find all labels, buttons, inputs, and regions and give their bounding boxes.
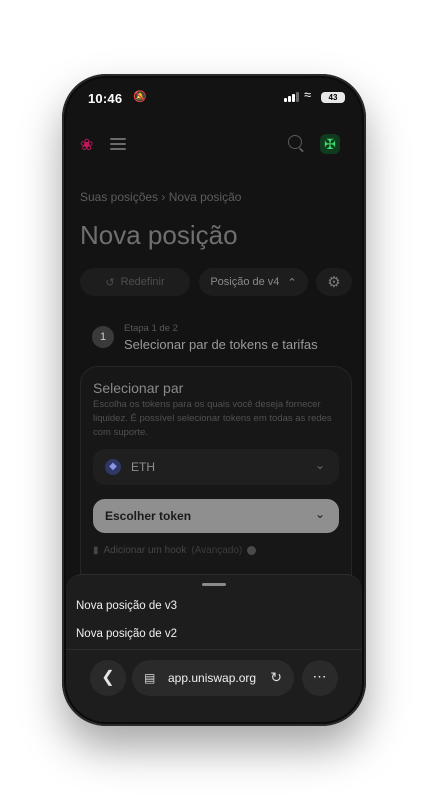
signal-icon bbox=[284, 91, 299, 102]
version-dropdown[interactable]: Posição de v4 ⌃ bbox=[199, 268, 308, 296]
info-icon[interactable] bbox=[247, 546, 257, 555]
select-pair-card: Selecionar par Escolha os tokens para os… bbox=[80, 366, 352, 598]
token1-selector[interactable]: ◆ ETH ⌄ bbox=[93, 449, 339, 485]
card-description: Escolha os tokens para os quais você des… bbox=[93, 399, 332, 438]
menu-icon[interactable] bbox=[110, 138, 126, 153]
status-bar: 10:46 🔕 ≈ 43 bbox=[66, 78, 362, 116]
address-bar[interactable]: ▤ app.uniswap.org ↻ bbox=[132, 660, 294, 696]
reset-icon: ↺ bbox=[105, 276, 115, 289]
breadcrumb-parent[interactable]: Suas posições bbox=[80, 190, 158, 204]
battery-icon: 43 bbox=[321, 92, 345, 103]
app-header: ❀ ✠ bbox=[66, 128, 362, 158]
wifi-icon: ≈ bbox=[304, 87, 312, 102]
phone-frame: 10:46 🔕 ≈ 43 ❀ ✠ Suas posições › Nova po… bbox=[62, 74, 366, 726]
screen: 10:46 🔕 ≈ 43 ❀ ✠ Suas posições › Nova po… bbox=[66, 78, 362, 722]
breadcrumb-current: Nova posição bbox=[168, 190, 242, 204]
gear-icon: ⚙ bbox=[327, 274, 341, 291]
chevron-up-icon: ⌃ bbox=[287, 276, 297, 289]
menu-item-v2[interactable]: Nova posição de v2 bbox=[76, 628, 177, 640]
status-time: 10:46 bbox=[88, 91, 123, 106]
uniswap-logo-icon[interactable]: ❀ bbox=[80, 135, 93, 155]
version-label: Posição de v4 bbox=[210, 276, 280, 288]
card-title: Selecionar par bbox=[93, 380, 184, 396]
hook-label: Adicionar um hook bbox=[103, 545, 187, 556]
bottom-sheet: Nova posição de v3 Nova posição de v2 ❮ … bbox=[66, 574, 362, 722]
step-label: Etapa 1 de 2 bbox=[124, 323, 178, 334]
add-hook-link[interactable]: ▮ Adicionar um hook (Avançado) bbox=[93, 545, 257, 556]
step-title: Selecionar par de tokens e tarifas bbox=[124, 337, 318, 352]
reload-icon[interactable]: ↻ bbox=[270, 669, 282, 686]
eth-icon: ◆ bbox=[105, 459, 121, 475]
back-button[interactable]: ❮ bbox=[90, 660, 126, 696]
page-title: Nova posição bbox=[80, 220, 238, 250]
choose-token-label: Escolher token bbox=[105, 509, 192, 523]
page-settings-icon[interactable]: ▤ bbox=[144, 671, 155, 685]
url-text: app.uniswap.org bbox=[168, 671, 257, 685]
reset-button[interactable]: ↺ Redefinir bbox=[80, 268, 190, 296]
breadcrumb: Suas posições › Nova posição bbox=[80, 190, 241, 204]
sheet-handle[interactable] bbox=[202, 583, 226, 586]
divider bbox=[66, 649, 362, 650]
settings-button[interactable]: ⚙ bbox=[316, 268, 352, 296]
breadcrumb-separator: › bbox=[161, 190, 166, 204]
step-number: 1 bbox=[92, 326, 114, 348]
hook-advanced: (Avançado) bbox=[191, 545, 243, 556]
chevron-down-icon: ⌄ bbox=[314, 458, 325, 472]
document-icon: ▮ bbox=[93, 545, 99, 556]
choose-token-button[interactable]: Escolher token ⌄ bbox=[93, 499, 339, 533]
avatar[interactable]: ✠ bbox=[320, 134, 340, 154]
reset-label: Redefinir bbox=[120, 276, 165, 288]
more-options-button[interactable]: ⋯ bbox=[302, 660, 338, 696]
menu-item-v3[interactable]: Nova posição de v3 bbox=[76, 600, 177, 612]
chevron-down-icon: ⌄ bbox=[314, 507, 325, 521]
silent-bell-icon: 🔕 bbox=[133, 91, 147, 103]
search-icon[interactable] bbox=[288, 135, 302, 149]
token1-label: ETH bbox=[131, 460, 155, 474]
browser-toolbar: ❮ ▤ app.uniswap.org ↻ ⋯ bbox=[66, 655, 362, 699]
